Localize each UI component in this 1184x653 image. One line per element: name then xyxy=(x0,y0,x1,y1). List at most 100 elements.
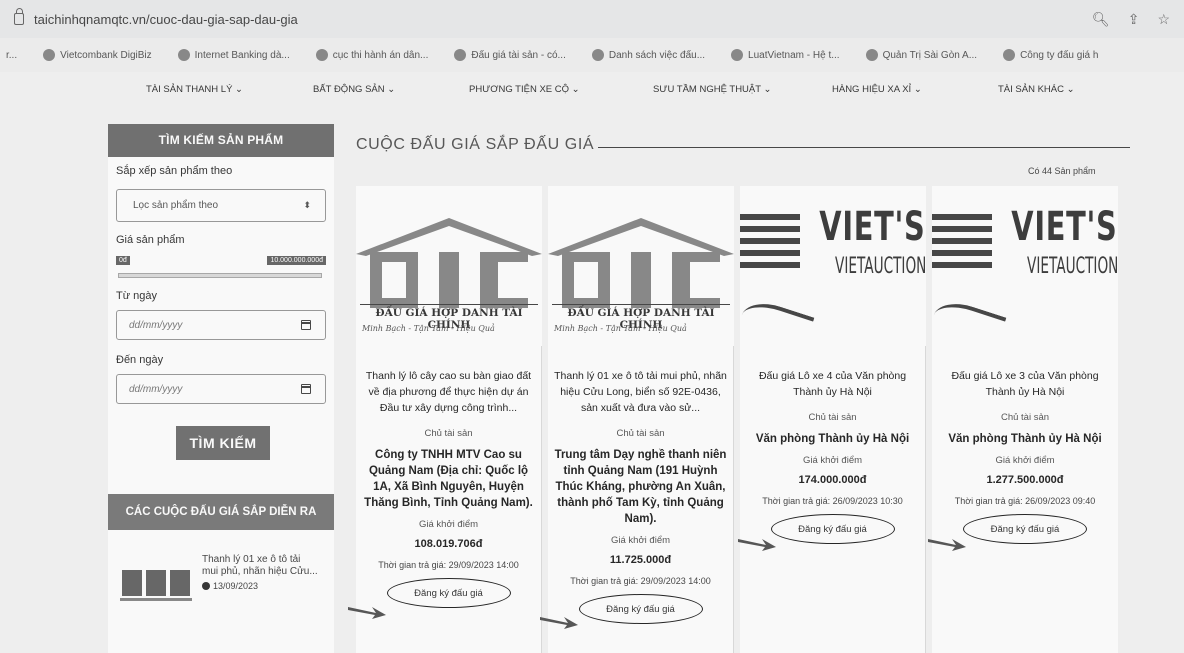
price-min-handle[interactable]: 0đ xyxy=(116,256,130,265)
page-title: CUỘC ĐẤU GIÁ SẮP ĐẤU GIÁ xyxy=(356,136,595,153)
owner-label: Chủ tài sản xyxy=(808,412,857,423)
vietauction-logo-image[interactable]: VIET'S VIETAUCTION xyxy=(932,186,1118,346)
owner-name: Văn phòng Thành ủy Hà Nội xyxy=(755,433,910,445)
bookmark-item[interactable]: LuatVietnam - Hệ t... xyxy=(731,49,840,61)
card-title[interactable]: Thanh lý lô cây cao su bàn giao đất về đ… xyxy=(356,368,541,416)
logo-swoosh xyxy=(932,296,1007,346)
browser-address-bar[interactable]: taichinhqnamqtc.vn/cuoc-dau-gia-sap-dau-… xyxy=(0,0,1184,38)
otc-logo-thumbnail[interactable] xyxy=(118,554,194,612)
to-date-label: Đến ngày xyxy=(116,354,164,366)
price-label: Giá khởi điểm xyxy=(418,519,479,530)
nav-suu-tam-nghe-thuat[interactable]: SƯU TẦM NGHỆ THUẬT ⌄ xyxy=(653,84,771,95)
price-label: Giá sản phẩm xyxy=(116,234,185,246)
slider-track[interactable] xyxy=(118,273,322,278)
card-title[interactable]: Đấu giá Lô xe 4 của Văn phòng Thành ủy H… xyxy=(740,368,925,400)
bid-deadline: Thời gian trả giá: 29/09/2023 14:00 xyxy=(378,560,519,570)
owner-name: Trung tâm Dạy nghề thanh niên tỉnh Quảng… xyxy=(554,449,727,525)
sort-label: Sắp xếp sản phẩm theo xyxy=(116,165,233,177)
otc-letters xyxy=(360,252,538,308)
pen-arrow-annotation xyxy=(928,539,966,551)
logo-bars xyxy=(740,214,800,284)
card-title[interactable]: Đấu giá Lô xe 3 của Văn phòng Thành ủy H… xyxy=(932,368,1118,400)
main-nav: TÀI SẢN THANH LÝ ⌄ BẤT ĐỘNG SẢN ⌄ PHƯƠNG… xyxy=(0,72,1184,106)
share-icon[interactable]: ⇪ xyxy=(1128,11,1140,28)
site-icon xyxy=(591,49,604,61)
url-text[interactable]: taichinhqnamqtc.vn/cuoc-dau-gia-sap-dau-… xyxy=(34,12,298,27)
card-title[interactable]: Thanh lý 01 xe ô tô tải mui phủ, nhãn hi… xyxy=(548,368,733,416)
register-bid-button[interactable]: Đăng ký đấu giá xyxy=(386,578,511,608)
bid-deadline: Thời gian trả giá: 29/09/2023 14:00 xyxy=(570,576,711,586)
upcoming-item[interactable]: Thanh lý 01 xe ô tô tải mui phủ, nhãn hi… xyxy=(118,554,334,612)
nav-phuong-tien-xe-co[interactable]: PHƯƠNG TIỆN XE CỘ ⌄ xyxy=(469,84,580,95)
calendar-icon[interactable] xyxy=(301,320,311,330)
logo-slogan: Minh Bạch - Tận Tâm - Hiệu Quả xyxy=(362,324,495,333)
auction-card: ĐẤU GIÁ HỢP DANH TÀI CHÍNH Minh Bạch - T… xyxy=(356,186,542,653)
from-date-input[interactable]: dd/mm/yyyy xyxy=(116,310,326,340)
bookmark-item[interactable]: Công ty đấu giá h xyxy=(1003,49,1098,61)
upcoming-date: 13/09/2023 xyxy=(202,581,318,591)
upcoming-title[interactable]: Thanh lý 01 xe ô tô tải mui phủ, nhãn hi… xyxy=(202,554,318,578)
bid-deadline: Thời gian trả giá: 26/09/2023 09:40 xyxy=(954,496,1096,506)
pen-arrow-annotation xyxy=(738,539,776,551)
to-date-input[interactable]: dd/mm/yyyy xyxy=(116,374,326,404)
auction-card: ĐẤU GIÁ HỢP DANH TÀI CHÍNH Minh Bạch - T… xyxy=(548,186,734,653)
clock-icon xyxy=(202,582,210,590)
bookmark-item[interactable]: Vietcombank DigiBiz xyxy=(43,49,152,61)
nav-tai-san-thanh-ly[interactable]: TÀI SẢN THANH LÝ ⌄ xyxy=(146,84,243,95)
otc-letters xyxy=(552,252,730,308)
logo-swoosh xyxy=(740,296,815,346)
owner-label: Chủ tài sản xyxy=(424,428,473,439)
bookmark-item[interactable]: Quản Trị Sài Gòn A... xyxy=(865,49,977,61)
starting-price: 174.000.000đ xyxy=(798,474,867,486)
nav-tai-san-khac[interactable]: TÀI SẢN KHÁC ⌄ xyxy=(998,84,1075,95)
calendar-icon[interactable] xyxy=(301,384,311,394)
owner-name: Văn phòng Thành ủy Hà Nội xyxy=(948,433,1102,445)
pen-arrow-annotation xyxy=(348,607,386,619)
auction-card: VIET'S VIETAUCTION Đấu giá Lô xe 3 của V… xyxy=(932,186,1118,653)
bookmark-item[interactable]: r... xyxy=(6,50,17,61)
register-bid-button[interactable]: Đăng ký đấu giá xyxy=(578,594,703,624)
bookmark-item[interactable]: Danh sách việc đấu... xyxy=(591,49,705,61)
star-icon[interactable]: ☆ xyxy=(1157,11,1170,28)
starting-price: 1.277.500.000đ xyxy=(986,474,1064,486)
google-icon xyxy=(315,49,328,61)
site-icon xyxy=(1003,49,1016,61)
starting-price: 108.019.706đ xyxy=(414,538,483,550)
logo-small-text: VIETAUCTION xyxy=(1026,254,1118,279)
sidebar: TÌM KIẾM SẢN PHẨM Sắp xếp sản phẩm theo … xyxy=(108,124,334,653)
owner-label: Chủ tài sản xyxy=(1000,412,1050,423)
bookmark-item[interactable]: cục thi hành án dân... xyxy=(315,49,428,61)
vietauction-logo-image[interactable]: VIET'S VIETAUCTION xyxy=(740,186,926,346)
select-arrows-icon: ⬍ xyxy=(303,200,311,210)
price-label: Giá khởi điểm xyxy=(802,455,863,466)
from-date-label: Từ ngày xyxy=(116,290,157,302)
price-label: Giá khởi điểm xyxy=(995,455,1055,466)
auction-card: VIET'S VIETAUCTION Đấu giá Lô xe 4 của V… xyxy=(740,186,926,653)
logo-small-text: VIETAUCTION xyxy=(834,254,926,279)
logo-bars xyxy=(932,214,992,284)
zoom-icon[interactable]: 🔍︎ xyxy=(1092,11,1110,28)
bookmark-item[interactable]: Đấu giá tài sản - có... xyxy=(454,49,566,61)
otc-logo-image[interactable]: ĐẤU GIÁ HỢP DANH TÀI CHÍNH Minh Bạch - T… xyxy=(548,186,734,346)
register-bid-button[interactable]: Đăng ký đấu giá xyxy=(770,514,895,544)
roof-graphic xyxy=(356,218,542,256)
price-slider[interactable]: 0đ 10.000.000.000đ xyxy=(116,254,326,284)
upcoming-header: CÁC CUỘC ĐẤU GIÁ SẮP DIỄN RA xyxy=(108,494,334,530)
search-header: TÌM KIẾM SẢN PHẨM xyxy=(108,124,334,157)
nav-bat-dong-san[interactable]: BẤT ĐỘNG SẢN ⌄ xyxy=(313,84,395,95)
nav-hang-hieu-xa-xi[interactable]: HÀNG HIỆU XA XỈ ⌄ xyxy=(832,84,922,95)
site-icon xyxy=(865,49,878,61)
roof-graphic xyxy=(548,218,734,256)
price-label: Giá khởi điểm xyxy=(610,535,671,546)
search-button[interactable]: TÌM KIẾM xyxy=(176,426,270,460)
sort-select[interactable]: Lọc sản phẩm theo ⬍ xyxy=(116,189,326,222)
lock-icon xyxy=(14,8,24,25)
logo-big-text: VIET'S xyxy=(1011,204,1118,250)
bookmark-item[interactable]: Internet Banking dà... xyxy=(177,49,290,61)
bookmarks-bar: r... Vietcombank DigiBiz Internet Bankin… xyxy=(0,38,1184,72)
bank-icon xyxy=(177,49,190,61)
otc-logo-image[interactable]: ĐẤU GIÁ HỢP DANH TÀI CHÍNH Minh Bạch - T… xyxy=(356,186,542,346)
register-bid-button[interactable]: Đăng ký đấu giá xyxy=(963,514,1087,544)
price-max-handle[interactable]: 10.000.000.000đ xyxy=(267,256,326,265)
site-icon xyxy=(454,49,467,61)
